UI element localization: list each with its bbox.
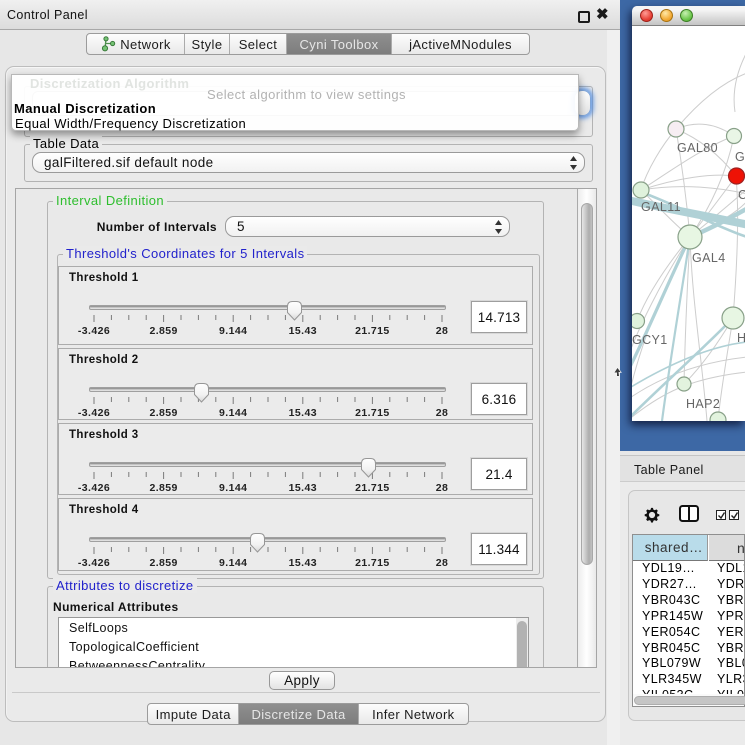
svg-text:GCY1: GCY1 (632, 333, 668, 347)
svg-text:HAP2: HAP2 (686, 397, 720, 411)
svg-text:GAL: GAL (735, 150, 745, 164)
svg-text:GAL11: GAL11 (641, 200, 681, 214)
svg-text:GAL80: GAL80 (677, 141, 718, 155)
svg-text:GAL4: GAL4 (692, 251, 726, 265)
svg-text:CY: CY (738, 188, 745, 202)
svg-text:H: H (737, 331, 745, 345)
